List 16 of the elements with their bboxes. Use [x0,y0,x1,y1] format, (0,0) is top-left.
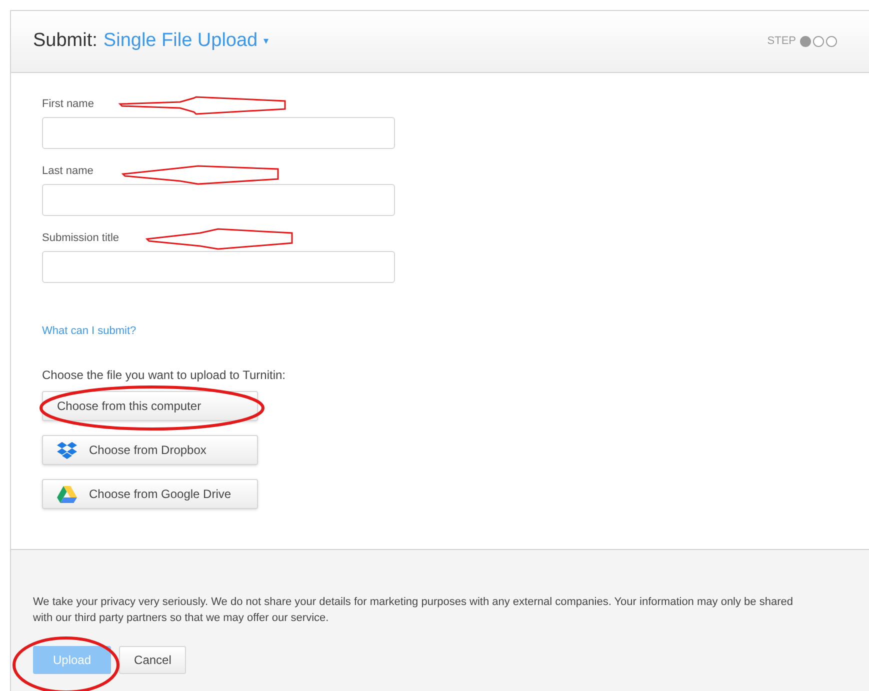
cancel-button[interactable]: Cancel [119,646,186,674]
step-label: STEP [767,34,796,50]
box-icon [57,442,77,458]
source-button[interactable]: Choose from Google Drive [42,479,258,509]
source-button[interactable]: Choose from Dropbox [42,435,258,465]
header-prefix: Submit: [33,29,98,54]
privacy-notice: We take your privacy very seriously. We do not share your details for marketing purposes with any external companies. Your information may only be shared with our third party partners so that we may offer our service. [33,595,794,626]
input-field[interactable] [42,251,395,283]
input-field[interactable] [42,184,395,216]
triangle-icon [57,486,77,502]
field-label: First name [42,98,94,111]
choose-prompt: Choose the file you want to upload to Turnitin: [42,368,286,382]
source-button[interactable]: Choose from this computer [42,391,258,421]
field-label: Submission title [42,232,120,245]
field-label: Last name [42,165,94,178]
input-field[interactable] [42,117,395,149]
